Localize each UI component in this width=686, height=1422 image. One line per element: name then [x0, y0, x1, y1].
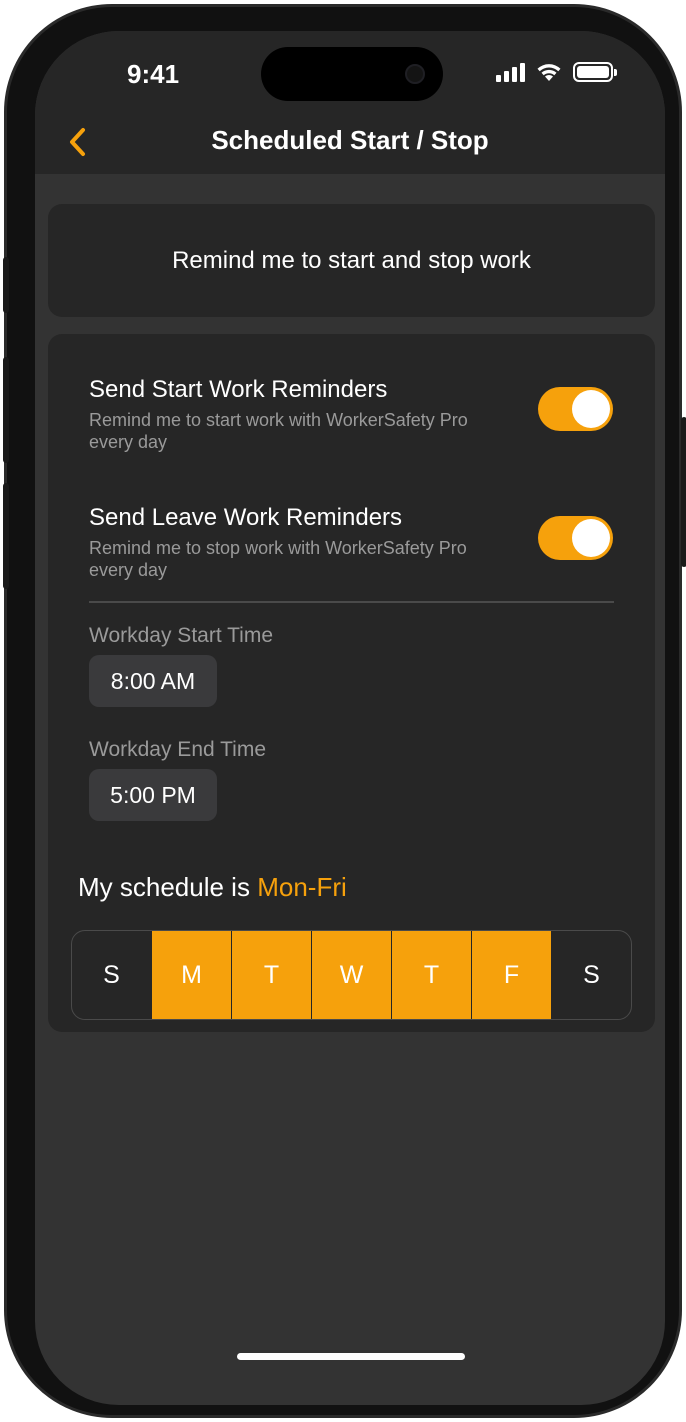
screen: 9:41 Scheduled Start / Stop Remind me to… [35, 31, 665, 1405]
volume-up-button [3, 357, 9, 463]
page-title: Scheduled Start / Stop [211, 125, 489, 155]
schedule-prefix: My schedule is [78, 872, 250, 902]
start-reminder-title: Send Start Work Reminders [89, 376, 388, 403]
day-thursday[interactable]: T [391, 931, 471, 1019]
start-reminder-toggle[interactable] [538, 387, 613, 431]
status-time: 9:41 [127, 59, 180, 89]
info-banner: Remind me to start and stop work [48, 204, 655, 317]
day-sunday[interactable]: S [72, 931, 151, 1019]
leave-reminder-subtitle: Remind me to stop work with WorkerSafety… [89, 538, 467, 580]
mute-switch [3, 257, 9, 313]
day-friday[interactable]: F [471, 931, 551, 1019]
status-icons [496, 61, 617, 82]
schedule-value: Mon-Fri [257, 872, 347, 902]
divider [89, 601, 614, 603]
workday-end-label: Workday End Time [89, 738, 267, 761]
power-button [681, 417, 686, 567]
header: 9:41 Scheduled Start / Stop [35, 31, 665, 174]
banner-text: Remind me to start and stop work [172, 246, 531, 274]
camera-icon [405, 64, 425, 84]
workday-start-label: Workday Start Time [89, 624, 273, 647]
start-reminder-subtitle: Remind me to start work with WorkerSafet… [89, 410, 468, 452]
phone-frame: 9:41 Scheduled Start / Stop Remind me to… [3, 4, 686, 1418]
day-tuesday[interactable]: T [231, 931, 311, 1019]
toggle-knob [572, 519, 610, 557]
home-indicator[interactable] [237, 1353, 465, 1360]
cellular-signal-icon [496, 62, 525, 82]
dynamic-island [261, 47, 443, 101]
volume-down-button [3, 483, 9, 589]
toggle-knob [572, 390, 610, 428]
workday-end-picker[interactable]: 5:00 PM [89, 769, 217, 821]
battery-icon [573, 62, 617, 82]
day-wednesday[interactable]: W [311, 931, 391, 1019]
leave-reminder-toggle[interactable] [538, 516, 613, 560]
day-selector: S M T W T F S [71, 930, 632, 1020]
workday-start-picker[interactable]: 8:00 AM [89, 655, 217, 707]
day-saturday[interactable]: S [551, 931, 631, 1019]
schedule-summary: My schedule is Mon-Fri [78, 872, 347, 903]
leave-reminder-title: Send Leave Work Reminders [89, 504, 403, 531]
day-monday[interactable]: M [151, 931, 231, 1019]
wifi-icon [537, 64, 561, 81]
settings-card: Send Start Work Reminders Remind me to s… [48, 334, 655, 1032]
